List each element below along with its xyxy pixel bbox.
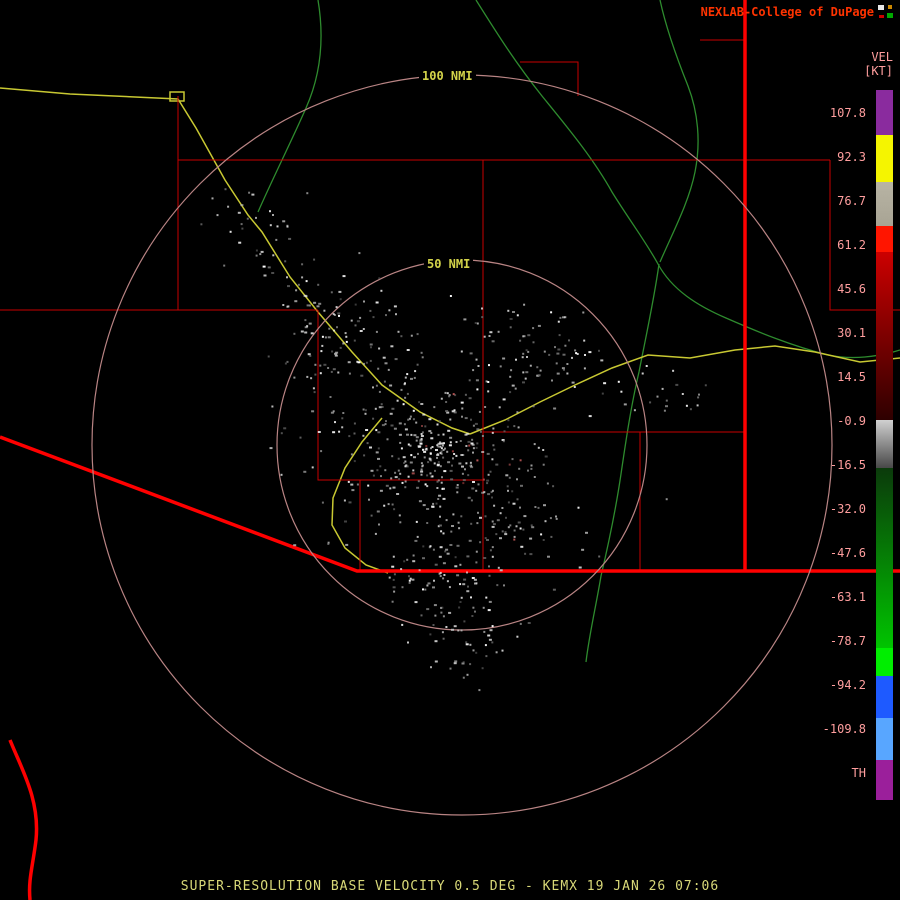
highway-lines xyxy=(0,87,900,574)
colorbar-tick-labels: 107.8 92.3 76.7 61.2 45.6 30.1 14.5 -0.9 -16.5 -3… xyxy=(796,90,866,802)
colorbar-segment-bright-green xyxy=(876,647,893,676)
colorbar-segment-light-blue xyxy=(876,717,893,761)
colorbar-title: VEL xyxy=(871,50,893,64)
logo-pixel xyxy=(878,5,884,10)
range-ring-label-100nmi: 100 NMI xyxy=(419,69,476,83)
river-line xyxy=(257,0,322,213)
highway-line xyxy=(0,87,471,435)
colorbar-segment-blue xyxy=(876,675,893,718)
colorbar-segment-green-ramp xyxy=(876,468,893,648)
colorbar-tick-label: -0.9 xyxy=(837,414,866,428)
product-caption: SUPER-RESOLUTION BASE VELOCITY 0.5 DEG -… xyxy=(180,879,720,894)
colorbar-tick-label: -78.7 xyxy=(829,634,866,648)
colorbar xyxy=(876,90,893,800)
colorbar-tick-label: -47.6 xyxy=(829,546,866,560)
colorbar-tick-label: -94.2 xyxy=(829,678,866,692)
colorbar-tick-label: -16.5 xyxy=(829,458,866,472)
logo-pixel xyxy=(888,5,892,9)
radar-viewer: { "header": { "attribution": "NEXLAB-Col… xyxy=(0,0,900,900)
colorbar-tick-label: 107.8 xyxy=(829,106,866,120)
international-border xyxy=(0,435,900,573)
colorbar-tick-label: 45.6 xyxy=(837,282,866,296)
colorbar-segment-gray-zero xyxy=(876,420,893,468)
colorbar-tick-label: 61.2 xyxy=(837,238,866,252)
colorbar-tick-label: TH xyxy=(851,766,866,780)
range-rings xyxy=(91,74,833,816)
colorbar-segment-purple-high xyxy=(876,90,893,136)
state-border-lines xyxy=(0,0,900,900)
colorbar-tick-label: -32.0 xyxy=(829,502,866,516)
attribution-text: NEXLAB-College of DuPage xyxy=(700,5,874,19)
cod-logo-icon xyxy=(878,5,893,18)
colorbar-tick-label: -109.8 xyxy=(822,722,866,736)
river-line xyxy=(585,263,660,663)
border-road-segment xyxy=(8,739,39,900)
colorbar-segment-bright-red xyxy=(876,226,893,253)
colorbar-tick-label: 30.1 xyxy=(837,326,866,340)
colorbar-tick-label: 92.3 xyxy=(837,150,866,164)
river-line xyxy=(659,0,699,263)
colorbar-units: [KT] xyxy=(864,64,893,78)
range-ring-50nmi xyxy=(276,259,648,631)
range-ring-100nmi xyxy=(91,74,833,816)
logo-pixel xyxy=(879,15,884,18)
colorbar-segment-purple-low xyxy=(876,760,893,800)
colorbar-tick-label: 76.7 xyxy=(837,194,866,208)
logo-pixel xyxy=(887,13,893,18)
county-boundary-lines xyxy=(0,39,900,571)
colorbar-tick-label: 14.5 xyxy=(837,370,866,384)
colorbar-segment-yellow xyxy=(876,135,893,183)
colorbar-segment-dark-red-ramp xyxy=(876,252,893,420)
colorbar-tick-label: -63.1 xyxy=(829,590,866,604)
range-ring-label-50nmi: 50 NMI xyxy=(424,257,474,271)
colorbar-segment-tan-gray xyxy=(876,182,893,227)
radar-map-canvas xyxy=(0,0,900,900)
